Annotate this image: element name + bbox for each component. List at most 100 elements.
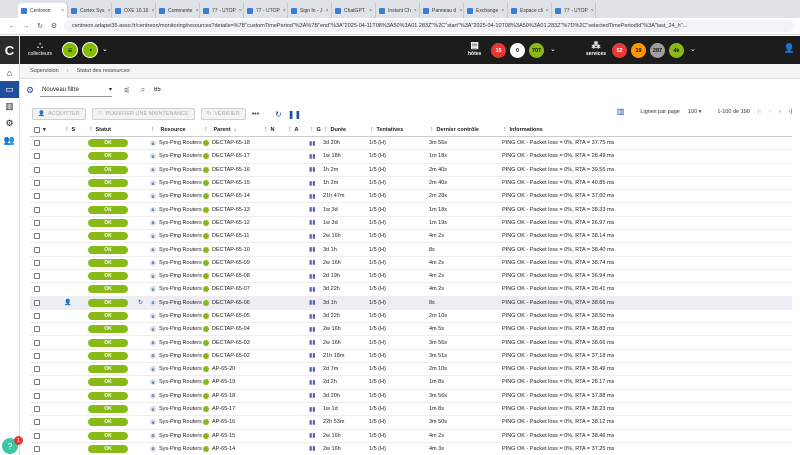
hosts-up-count[interactable]: 707 [529, 43, 544, 58]
parent-name[interactable]: AP-65-17 [212, 406, 235, 412]
reload-icon[interactable]: ↻ [36, 22, 44, 30]
row-acknowledge-icon[interactable]: 👤 [64, 299, 71, 306]
resource-name[interactable]: Sys-Ping Routers [159, 393, 202, 399]
parent-name[interactable]: DECTAP-65-09 [212, 260, 250, 266]
row-checkbox[interactable] [34, 286, 40, 293]
graph-chart-icon[interactable]: ▮▮ [309, 380, 316, 386]
parent-name[interactable]: DECTAP-65-14 [212, 193, 250, 199]
row-checkbox[interactable] [34, 233, 40, 240]
browser-tab[interactable]: Exchange × [464, 3, 508, 18]
table-row[interactable]: OK S Sys-Ping Routers DECTAP-65-18 ▮▮ 3d 20h 1… [30, 137, 792, 151]
graph-chart-icon[interactable]: ▮▮ [309, 287, 316, 293]
table-row[interactable]: OK S Sys-Ping Routers DECTAP-65-09 ▮▮ 2w 16h 1… [30, 257, 792, 270]
services-ok-count[interactable]: 4k [669, 43, 684, 58]
hosts-button[interactable]: ▤ hôtes [468, 39, 481, 57]
configuration-gear-icon[interactable]: ⚙ [0, 115, 19, 132]
graph-chart-icon[interactable]: ▮▮ [309, 340, 316, 346]
resource-name[interactable]: Sys-Ping Routers [159, 433, 202, 439]
back-icon[interactable]: ← [8, 23, 16, 30]
acknowledge-button[interactable]: 👤 ACQUITTER [32, 108, 86, 120]
graph-chart-icon[interactable]: ▮▮ [309, 141, 316, 147]
table-row[interactable]: OK S Sys-Ping Routers DECTAP-65-02 ▮▮ 21h 18m… [30, 350, 792, 364]
row-checkbox[interactable] [34, 432, 40, 439]
reporting-icon[interactable]: ▥ [0, 98, 19, 115]
graph-chart-icon[interactable]: ▮▮ [309, 446, 316, 452]
graph-chart-icon[interactable]: ▮▮ [309, 194, 316, 200]
previous-page-icon[interactable]: ‹ [769, 109, 771, 115]
resource-name[interactable]: Sys-Ping Routers [159, 153, 202, 159]
tab-close-icon[interactable]: × [107, 8, 110, 14]
table-row[interactable]: OK S Sys-Ping Routers DECTAP-65-03 ▮▮ 2w 16h 1… [30, 336, 792, 350]
graph-chart-icon[interactable]: ▮▮ [309, 300, 316, 306]
administration-users-icon[interactable]: 👥 [0, 132, 19, 149]
column-header-parent[interactable]: ⋮ Parent ↓ [203, 127, 263, 133]
tab-close-icon[interactable]: × [195, 8, 198, 14]
parent-name[interactable]: DECTAP-65-15 [212, 180, 250, 186]
parent-name[interactable]: DECTAP-65-05 [212, 313, 250, 319]
column-header-resource[interactable]: ⋮ Resource [150, 127, 203, 133]
row-checkbox[interactable] [34, 392, 40, 399]
pause-icon[interactable]: ❚❚ [288, 110, 301, 119]
poller-gauge-icon[interactable]: ◔ [82, 42, 98, 58]
table-row[interactable]: OK S Sys-Ping Routers DECTAP-65-16 ▮▮ 1h 2m 1/… [30, 164, 792, 177]
table-row[interactable]: OK S Sys-Ping Routers AP-65-15 ▮▮ 2w 16h 1/5 (… [30, 430, 792, 443]
table-row[interactable]: OK S Sys-Ping Routers AP-65-18 ▮▮ 3d 20h 1/5 (… [30, 390, 792, 403]
row-checkbox[interactable] [34, 366, 40, 373]
row-check-icon[interactable]: ↻ [138, 299, 143, 306]
graph-chart-icon[interactable]: ▮▮ [309, 420, 316, 426]
url-field[interactable]: centreon.adapei35.asso.fr/centreon/monit… [64, 20, 794, 32]
graph-chart-icon[interactable]: ▮▮ [309, 234, 316, 240]
table-row[interactable]: OK S Sys-Ping Routers DECTAP-65-15 ▮▮ 1h 2m 1/… [30, 177, 792, 191]
resource-name[interactable]: Sys-Ping Routers [159, 446, 202, 452]
forward-icon[interactable]: → [22, 23, 30, 30]
row-checkbox[interactable] [34, 406, 40, 413]
row-checkbox[interactable] [34, 153, 40, 160]
filter-select[interactable]: Nouveau filtre ▾ [40, 83, 112, 97]
parent-name[interactable]: DECTAP-65-18 [212, 140, 250, 146]
table-row[interactable]: OK S Sys-Ping Routers DECTAP-65-08 ▮▮ 2d 19h 1… [30, 270, 792, 284]
graph-chart-icon[interactable]: ▮▮ [309, 220, 316, 226]
resource-name[interactable]: Sys-Ping Routers [159, 247, 202, 253]
parent-name[interactable]: DECTAP-65-07 [212, 286, 250, 292]
row-checkbox[interactable] [34, 140, 40, 147]
schedule-downtime-button[interactable]: ⚐ PLANIFIER UNE MAINTENANCE [91, 108, 195, 120]
parent-name[interactable]: DECTAP-65-17 [212, 153, 250, 159]
chevron-down-icon[interactable]: ⌄ [102, 45, 108, 53]
row-checkbox[interactable] [34, 379, 40, 386]
monitoring-icon[interactable]: ▭ [0, 81, 19, 98]
breadcrumb-current[interactable]: Statut des ressources [77, 68, 130, 74]
resource-name[interactable]: Sys-Ping Routers [159, 313, 202, 319]
table-row[interactable]: OK S Sys-Ping Routers AP-65-16 ▮▮ 22h 53m 1/5 … [30, 416, 792, 430]
browser-tab[interactable]: Cortex Sys × [68, 3, 112, 18]
table-row[interactable]: OK S Sys-Ping Routers DECTAP-65-10 ▮▮ 3d 1h 1/… [30, 243, 792, 257]
parent-name[interactable]: DECTAP-65-11 [212, 233, 249, 239]
table-row[interactable]: OK S Sys-Ping Routers AP-65-20 ▮▮ 2d 7m 1/5 (H… [30, 363, 792, 377]
column-header-tries[interactable]: ⋮ Tentatives [369, 127, 429, 133]
row-checkbox[interactable] [34, 180, 40, 187]
graph-chart-icon[interactable]: ▮▮ [309, 181, 316, 187]
column-header-duration[interactable]: ⋮ Durée [323, 127, 369, 133]
row-checkbox[interactable] [34, 352, 40, 359]
row-checkbox[interactable] [34, 206, 40, 213]
site-info-icon[interactable]: ⚙ [50, 22, 58, 30]
more-actions-icon[interactable]: ••• [252, 111, 259, 118]
filter-settings-gear-icon[interactable]: ⚙ [26, 85, 40, 96]
services-button[interactable]: ⁂ services [586, 39, 606, 57]
row-checkbox[interactable] [34, 299, 40, 306]
breadcrumb-root[interactable]: Supervision [30, 68, 59, 74]
row-checkbox[interactable] [34, 246, 40, 253]
browser-tab[interactable]: 77 - UTOP × [244, 3, 288, 18]
hosts-chevron-down-icon[interactable]: ⌄ [550, 45, 556, 53]
parent-name[interactable]: AP-65-16 [212, 419, 235, 425]
column-header-a[interactable]: ⋮ A [287, 127, 309, 133]
browser-tab[interactable]: Sign In - J × [288, 3, 332, 18]
parent-name[interactable]: DECTAP-65-12 [212, 220, 250, 226]
resource-name[interactable]: Sys-Ping Routers [159, 167, 202, 173]
column-header-last-check[interactable]: ⋮ Dernier contrôle [429, 127, 502, 133]
column-header-n[interactable]: ⋮ N [263, 127, 287, 133]
table-row[interactable]: OK S Sys-Ping Routers DECTAP-65-17 ▮▮ 1w 18h 1… [30, 150, 792, 164]
row-checkbox[interactable] [34, 326, 40, 333]
services-unknown-count[interactable]: 287 [650, 43, 665, 58]
table-row[interactable]: 👤 OK ↻ S Sys-Ping Routers DECTAP-65-06 ▮▮ 3d 1h… [30, 296, 792, 310]
resource-name[interactable]: Sys-Ping Routers [159, 273, 202, 279]
